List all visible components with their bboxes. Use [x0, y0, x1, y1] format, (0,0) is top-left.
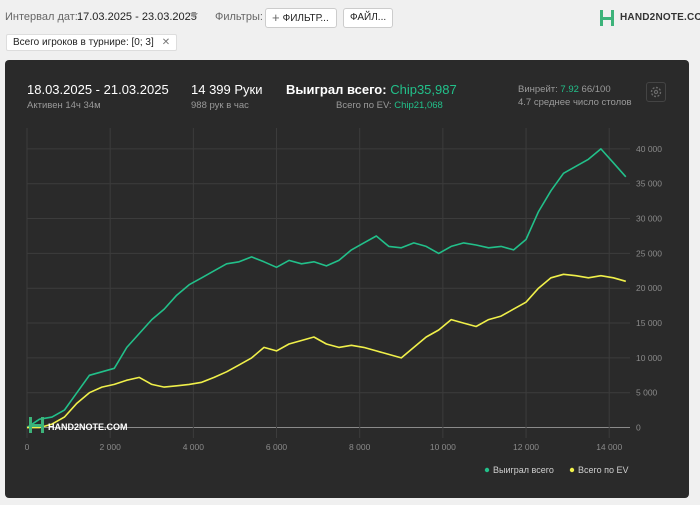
legend-won-label: Выиграл всего	[493, 465, 554, 475]
y-tick-label: 0	[636, 423, 641, 433]
x-tick-label: 12 000	[513, 442, 539, 452]
x-tick-label: 8 000	[349, 442, 371, 452]
x-tick-label: 6 000	[266, 442, 288, 452]
plus-icon: +	[272, 10, 280, 25]
active-filter-label: Всего игроков в турнире: [0; 3]	[13, 37, 154, 48]
ev-total-line	[27, 273, 627, 429]
logo-text: HAND2NOTE.COM	[620, 12, 700, 23]
filter-button[interactable]: + ФИЛЬТР...	[265, 8, 337, 28]
y-tick-label: 25 000	[636, 248, 662, 258]
file-button-label: ФАЙЛ...	[350, 12, 387, 23]
watermark-text: HAND2NOTE.COM	[48, 422, 128, 432]
x-tick-label: 2 000	[100, 442, 122, 452]
legend-ev-marker	[569, 467, 575, 473]
file-button[interactable]: ФАЙЛ...	[343, 8, 393, 28]
winnings-chart: 0 5 000 10 000 15 000 20 000 25 000 30 000 35 0…	[25, 128, 662, 475]
date-range-select[interactable]: 17.03.2025 - 23.03.2025	[77, 11, 197, 23]
date-range-label: Интервал дат:	[5, 11, 78, 23]
y-tick-label: 15 000	[636, 318, 662, 328]
toolbar: Интервал дат: 17.03.2025 - 23.03.2025 Фи…	[0, 0, 700, 34]
logo-mark-icon	[600, 10, 614, 26]
x-tick-label: 14 000	[596, 442, 622, 452]
y-tick-label: 40 000	[636, 144, 662, 154]
legend-ev-label: Всего по EV	[578, 465, 628, 475]
x-tick-label: 4 000	[183, 442, 205, 452]
filters-label: Фильтры:	[215, 11, 263, 23]
graph-panel: 18.03.2025 - 21.03.2025 Активен 14ч 34м …	[5, 60, 689, 498]
active-filter-chip[interactable]: Всего игроков в турнире: [0; 3] ✕	[6, 34, 178, 51]
close-icon[interactable]: ✕	[162, 37, 170, 48]
x-tick-label: 10 000	[430, 442, 456, 452]
y-tick-label: 5 000	[636, 388, 658, 398]
chart-watermark: HAND2NOTE.COM	[29, 417, 128, 433]
y-tick-label: 10 000	[636, 353, 662, 363]
watermark-mark-bar	[29, 424, 44, 427]
chart-legend: Выиграл всего Всего по EV	[484, 465, 628, 475]
filter-button-label: ФИЛЬТР...	[282, 13, 329, 24]
x-tick-label: 0	[25, 442, 30, 452]
y-tick-label: 20 000	[636, 283, 662, 293]
y-tick-label: 35 000	[636, 179, 662, 189]
y-tick-label: 30 000	[636, 214, 662, 224]
chevron-down-icon[interactable]	[190, 13, 198, 18]
legend-won-marker	[484, 467, 490, 473]
